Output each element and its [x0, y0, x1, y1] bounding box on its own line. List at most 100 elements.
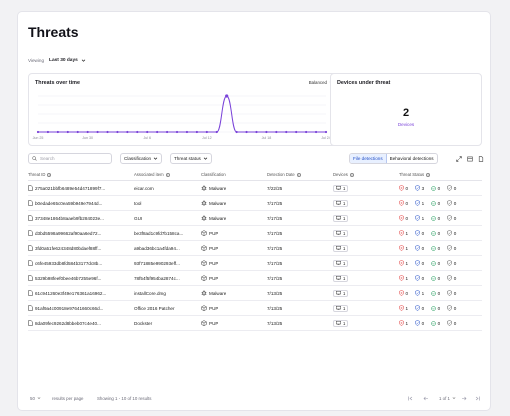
chart-point[interactable]: [205, 130, 208, 134]
devices-badge[interactable]: 1: [333, 304, 349, 312]
chart-point[interactable]: [136, 130, 139, 134]
chart-point[interactable]: [305, 130, 308, 134]
threat-id-cell[interactable]: 5329b98feef0bee46b7255e96f...: [28, 271, 132, 285]
chart-point[interactable]: [166, 130, 169, 134]
expand-button[interactable]: [454, 154, 464, 164]
threat-id-cell[interactable]: c6fe45933db8fd584b3177dc8b...: [28, 256, 132, 270]
chart-point[interactable]: [195, 130, 198, 134]
classification-filter[interactable]: Classification: [120, 153, 163, 164]
chart-point[interactable]: [86, 130, 89, 134]
chart-point[interactable]: [225, 94, 229, 98]
status-quarantined-count: 0: [421, 275, 425, 281]
col-associated-item[interactable]: Associated item i: [134, 169, 170, 180]
page-select[interactable]: 1 of 1: [439, 393, 456, 403]
table-row[interactable]: 61c941260e3f49e176361a16962... installCor…: [28, 286, 482, 301]
threat-id-cell[interactable]: 275a021bbfb6489e54d471899f7...: [28, 181, 132, 195]
threat-id-cell[interactable]: 8da09fec9262d8bbeb07c4e40...: [28, 316, 132, 330]
devices-badge[interactable]: 1: [333, 214, 349, 222]
chart-point[interactable]: [36, 130, 40, 134]
col-classification[interactable]: Classification: [201, 169, 226, 180]
next-page-button[interactable]: [461, 393, 467, 403]
chart-point[interactable]: [56, 130, 59, 134]
threat-id-cell[interactable]: 37348e1864b8aaeb9fb284023e...: [28, 211, 132, 225]
devices-badge[interactable]: 1: [333, 289, 349, 297]
chart-point[interactable]: [66, 130, 69, 134]
table-row[interactable]: 91af9a4c00918e97641660c66d... Office 2016…: [28, 301, 482, 316]
info-icon: i: [426, 172, 431, 177]
chart-point[interactable]: [235, 130, 238, 134]
first-page-button[interactable]: [408, 393, 414, 403]
table-row[interactable]: 3fd0a51fe624348d80bdaef88ff... a9bad36bc1…: [28, 241, 482, 256]
document-icon: [478, 156, 484, 162]
date-range-selector[interactable]: Viewing Last 30 days: [28, 58, 86, 63]
date-range-value[interactable]: Last 30 days: [49, 58, 86, 63]
chart-point[interactable]: [96, 130, 99, 134]
table-row[interactable]: b0edade65c0ea59b949e7944d... tool Malware 7…: [28, 196, 482, 211]
export-button[interactable]: [476, 154, 486, 164]
chart-point[interactable]: [245, 130, 248, 134]
devices-cell[interactable]: 1: [333, 181, 349, 195]
columns-button[interactable]: [465, 154, 475, 164]
devices-cell[interactable]: 1: [333, 211, 349, 225]
chart-point[interactable]: [215, 130, 218, 134]
table-row[interactable]: d3bd5598a99662af90aa6ed72... be3f8ad1c9fd…: [28, 226, 482, 241]
devices-cell[interactable]: 1: [333, 316, 349, 330]
chart-point[interactable]: [76, 130, 79, 134]
chart-point[interactable]: [46, 130, 50, 134]
table-row[interactable]: c6fe45933db8fd584b3177dc8b... 93f71885e99…: [28, 256, 482, 271]
threat-id-cell[interactable]: 61c941260e3f49e176361a16962...: [28, 286, 132, 300]
devices-cell[interactable]: 1: [333, 256, 349, 270]
table-row[interactable]: 275a021bbfb6489e54d471899f7... eicar.com M…: [28, 181, 482, 196]
devices-badge[interactable]: 1: [333, 244, 349, 252]
devices-badge[interactable]: 1: [333, 319, 349, 327]
col-devices[interactable]: Devices i: [333, 169, 354, 180]
threat-id-cell[interactable]: 3fd0a51fe624348d80bdaef88ff...: [28, 241, 132, 255]
table-row[interactable]: 37348e1864b8aaeb9fb284023e... GUI Malware 7…: [28, 211, 482, 226]
chart-point[interactable]: [314, 130, 318, 134]
chart-point[interactable]: [116, 130, 119, 134]
chart-point[interactable]: [175, 130, 179, 134]
devices-badge[interactable]: 1: [333, 259, 349, 267]
devices-cell[interactable]: 1: [333, 271, 349, 285]
table-row[interactable]: 5329b98feef0bee46b7255e96f... 78f54f5f954…: [28, 271, 482, 286]
devices-badge[interactable]: 1: [333, 274, 349, 282]
search-box[interactable]: [28, 153, 112, 164]
chart-point[interactable]: [285, 130, 288, 134]
devices-badge[interactable]: 1: [333, 184, 349, 192]
chart-point[interactable]: [146, 130, 149, 134]
threats-table: Threat ID i Associated item i Classificati…: [28, 169, 482, 331]
chart-point[interactable]: [275, 130, 278, 134]
devices-cell[interactable]: 1: [333, 196, 349, 210]
tab-file-detections[interactable]: File detections: [350, 154, 387, 163]
chart-point[interactable]: [106, 130, 109, 134]
search-input[interactable]: [40, 156, 110, 161]
devices-cell[interactable]: 1: [333, 301, 349, 315]
prev-page-button[interactable]: [423, 393, 429, 403]
chart-point[interactable]: [295, 130, 298, 134]
tab-behavioral-detections[interactable]: Behavioral detections: [387, 154, 437, 163]
status-ignored: 0: [447, 230, 456, 236]
chart-point[interactable]: [324, 130, 328, 134]
devices-cell[interactable]: 1: [333, 286, 349, 300]
chart-point[interactable]: [265, 130, 268, 134]
devices-badge[interactable]: 1: [333, 229, 349, 237]
last-page-button[interactable]: [474, 393, 480, 403]
devices-cell[interactable]: 1: [333, 241, 349, 255]
status-ignored: 0: [447, 320, 456, 326]
threat-id-cell[interactable]: d3bd5598a99662af90aa6ed72...: [28, 226, 132, 240]
chart-point[interactable]: [126, 130, 129, 134]
chart-point[interactable]: [255, 130, 258, 134]
col-threat-status[interactable]: Threat Status i: [399, 169, 431, 180]
devices-badge[interactable]: 1: [333, 199, 349, 207]
shield-alert-icon: [399, 245, 404, 251]
col-threat-id[interactable]: Threat ID i: [28, 169, 52, 180]
devices-cell[interactable]: 1: [333, 226, 349, 240]
per-page-select[interactable]: 50: [30, 393, 41, 403]
chart-point[interactable]: [156, 130, 159, 134]
threat-status-filter[interactable]: Threat status: [170, 153, 212, 164]
threat-id-cell[interactable]: 91af9a4c00918e97641660c66d...: [28, 301, 132, 315]
col-detection-date[interactable]: Detection Date i: [267, 169, 301, 180]
table-row[interactable]: 8da09fec9262d8bbeb07c4e40... Dockster PUP 7…: [28, 316, 482, 331]
chart-point[interactable]: [185, 130, 189, 134]
threat-id-cell[interactable]: b0edade65c0ea59b949e7944d...: [28, 196, 132, 210]
